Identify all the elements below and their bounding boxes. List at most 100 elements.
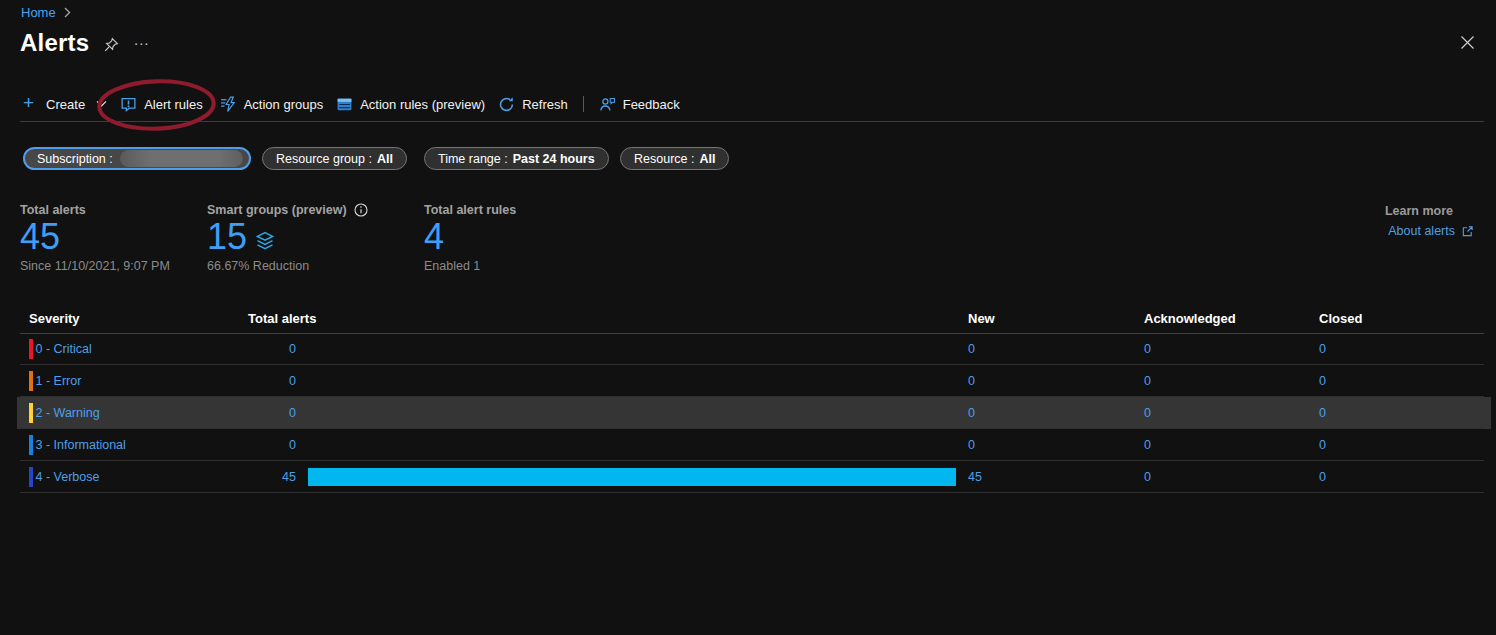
acknowledged-value[interactable]: 0: [1144, 333, 1151, 365]
about-alerts-link[interactable]: About alerts: [1385, 224, 1474, 238]
alerts-page: Home Alerts ... + Create Alert rules: [0, 0, 1496, 635]
column-header-total-alerts[interactable]: Total alerts: [248, 311, 316, 326]
more-options-icon[interactable]: ...: [134, 31, 150, 48]
stat-total-alerts: Total alerts 45 Since 11/10/2021, 9:07 P…: [20, 203, 170, 273]
create-button[interactable]: + Create: [23, 97, 107, 112]
filter-resource-group[interactable]: Resource group : All: [262, 147, 407, 170]
command-bar: + Create Alert rules Action groups: [23, 92, 680, 116]
severity-link[interactable]: 2 - Warning: [36, 406, 100, 420]
stat-total-alerts-label: Total alerts: [20, 203, 170, 217]
learn-more-label: Learn more: [1385, 204, 1474, 218]
severity-link[interactable]: 1 - Error: [36, 374, 82, 388]
total-alerts-bar: [308, 468, 956, 486]
learn-more-section: Learn more About alerts: [1385, 204, 1474, 238]
stat-total-alert-rules-value[interactable]: 4: [424, 218, 516, 256]
breadcrumb-home-link[interactable]: Home: [21, 5, 56, 20]
refresh-button[interactable]: Refresh: [498, 96, 568, 113]
page-title: Alerts: [20, 29, 89, 57]
total-alerts-value[interactable]: 0: [140, 365, 296, 397]
feedback-button[interactable]: Feedback: [599, 96, 680, 113]
subscription-value-loading-shimmer: [120, 150, 243, 167]
info-icon[interactable]: [354, 203, 368, 217]
toolbar-divider: [583, 96, 584, 112]
filter-time-range-value: Past 24 hours: [513, 152, 595, 166]
new-value[interactable]: 0: [968, 365, 975, 397]
filter-time-range[interactable]: Time range : Past 24 hours: [424, 147, 609, 170]
stat-total-alert-rules-sub: Enabled 1: [424, 259, 516, 273]
pin-icon[interactable]: [103, 37, 119, 53]
refresh-button-label: Refresh: [522, 97, 568, 112]
toolbar-separator: [20, 121, 1484, 122]
chevron-right-icon: [63, 7, 71, 18]
severity-table: Severity Total alerts New Acknowledged C…: [20, 305, 1484, 493]
table-row-error[interactable]: 1 - Error 0 0 0 0: [20, 365, 1484, 397]
filter-resource-value: All: [699, 152, 715, 166]
action-groups-button-label: Action groups: [244, 97, 324, 112]
stat-total-alerts-sub: Since 11/10/2021, 9:07 PM: [20, 259, 170, 273]
filter-subscription-label: Subscription :: [37, 152, 113, 166]
filter-resource-label: Resource :: [634, 152, 694, 166]
filter-resource[interactable]: Resource : All: [620, 147, 729, 170]
filter-resource-group-value: All: [377, 152, 393, 166]
stat-smart-groups: Smart groups (preview) 15 66.67% Reducti…: [207, 203, 368, 273]
total-alerts-value[interactable]: 0: [140, 429, 296, 461]
smart-groups-layers-icon: [255, 230, 275, 252]
column-header-severity[interactable]: Severity: [29, 311, 80, 326]
closed-value[interactable]: 0: [1319, 397, 1326, 429]
closed-value[interactable]: 0: [1319, 333, 1326, 365]
close-icon[interactable]: [1460, 35, 1475, 50]
severity-color-bar: [29, 403, 33, 423]
table-row-informational[interactable]: 3 - Informational 0 0 0 0: [20, 429, 1484, 461]
closed-value[interactable]: 0: [1319, 461, 1326, 493]
action-rules-button[interactable]: Action rules (preview): [336, 96, 485, 113]
severity-color-bar: [29, 371, 33, 391]
stat-total-alert-rules-label: Total alert rules: [424, 203, 516, 217]
action-groups-icon: [220, 96, 237, 113]
action-rules-icon: [336, 96, 353, 113]
feedback-icon: [599, 96, 616, 113]
new-value[interactable]: 0: [968, 333, 975, 365]
severity-link[interactable]: 0 - Critical: [36, 342, 92, 356]
alert-rules-button[interactable]: Alert rules: [120, 96, 203, 113]
action-groups-button[interactable]: Action groups: [220, 96, 324, 113]
column-header-acknowledged[interactable]: Acknowledged: [1144, 311, 1236, 326]
column-header-closed[interactable]: Closed: [1319, 311, 1362, 326]
severity-color-bar: [29, 339, 33, 359]
table-row-critical[interactable]: 0 - Critical 0 0 0 0: [20, 333, 1484, 365]
total-alerts-value[interactable]: 0: [140, 333, 296, 365]
table-row-warning[interactable]: 2 - Warning 0 0 0 0: [20, 397, 1484, 429]
column-header-new[interactable]: New: [968, 311, 995, 326]
total-alerts-value[interactable]: 45: [140, 461, 296, 493]
acknowledged-value[interactable]: 0: [1144, 397, 1151, 429]
new-value[interactable]: 0: [968, 429, 975, 461]
plus-icon: +: [23, 95, 34, 111]
closed-value[interactable]: 0: [1319, 365, 1326, 397]
acknowledged-value[interactable]: 0: [1144, 461, 1151, 493]
breadcrumb: Home: [21, 5, 71, 20]
filter-subscription[interactable]: Subscription :: [23, 147, 251, 170]
filter-time-range-label: Time range :: [438, 152, 508, 166]
stat-smart-groups-value[interactable]: 15: [207, 218, 368, 256]
severity-link[interactable]: 4 - Verbose: [36, 470, 100, 484]
acknowledged-value[interactable]: 0: [1144, 429, 1151, 461]
stat-total-alert-rules: Total alert rules 4 Enabled 1: [424, 203, 516, 273]
alert-rules-button-label: Alert rules: [144, 97, 203, 112]
alert-rules-icon: [120, 96, 137, 113]
acknowledged-value[interactable]: 0: [1144, 365, 1151, 397]
stat-smart-groups-label: Smart groups (preview): [207, 203, 347, 217]
filter-resource-group-label: Resource group :: [276, 152, 372, 166]
create-button-label: Create: [46, 97, 85, 112]
closed-value[interactable]: 0: [1319, 429, 1326, 461]
external-link-icon: [1461, 225, 1474, 238]
new-value[interactable]: 0: [968, 397, 975, 429]
feedback-button-label: Feedback: [623, 97, 680, 112]
chevron-down-icon: [96, 100, 107, 108]
severity-link[interactable]: 3 - Informational: [36, 438, 126, 452]
stat-smart-groups-sub: 66.67% Reduction: [207, 259, 368, 273]
severity-color-bar: [29, 435, 33, 455]
total-alerts-value[interactable]: 0: [140, 397, 296, 429]
stat-total-alerts-value[interactable]: 45: [20, 218, 170, 256]
new-value[interactable]: 45: [968, 461, 982, 493]
table-row-verbose[interactable]: 4 - Verbose 45 45 0 0: [20, 461, 1484, 493]
action-rules-button-label: Action rules (preview): [360, 97, 485, 112]
